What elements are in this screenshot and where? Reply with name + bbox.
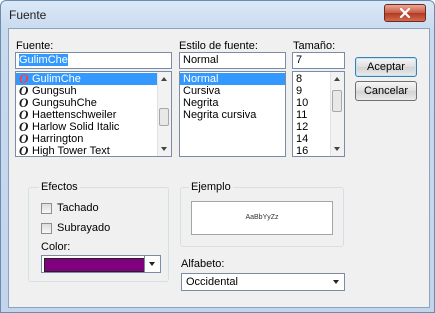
font-style-label: Estilo de fuente:	[179, 40, 258, 52]
font-dialog-window: Fuente Fuente: GulimChe O GulimChe O Gungsu…	[0, 0, 435, 313]
font-list-item-text: GungsuhChe	[32, 97, 97, 109]
font-style-list-item-text: Negrita	[183, 97, 219, 109]
font-list-item[interactable]: O Harrington	[16, 132, 171, 145]
scroll-down-arrow-icon[interactable]	[334, 147, 340, 151]
font-list-item[interactable]: O Gungsuh	[16, 84, 171, 97]
cancel-button[interactable]: Cancelar	[355, 81, 417, 101]
font-size-list-item-text: 12	[296, 121, 309, 133]
font-list-item[interactable]: O Haettenschweiler	[16, 108, 171, 121]
font-style-input[interactable]: Normal	[179, 52, 286, 69]
sample-group-label: Ejemplo	[189, 181, 233, 193]
font-size-list-item-text: 14	[296, 133, 309, 145]
close-icon	[399, 8, 411, 18]
chevron-down-icon	[149, 262, 155, 266]
font-list-scrollbar[interactable]	[157, 72, 171, 156]
font-style-list[interactable]: Normal Cursiva Negrita Negrita cursiva	[179, 71, 286, 157]
sample-preview: AaBbYyZz	[191, 201, 333, 235]
window-title: Fuente	[9, 8, 47, 22]
title-bar: Fuente	[1, 1, 434, 29]
font-list-item-text: GulimChe	[32, 73, 81, 85]
scroll-down-arrow-icon[interactable]	[161, 147, 167, 151]
color-dropdown[interactable]	[41, 255, 161, 273]
font-name-input[interactable]: GulimChe	[15, 52, 172, 69]
strikeout-label: Tachado	[57, 202, 99, 214]
font-style-list-item-text: Normal	[183, 73, 219, 85]
font-size-input[interactable]: 7	[292, 52, 345, 69]
font-list[interactable]: O GulimChe O Gungsuh O GungsuhChe O Haettenschw…	[15, 71, 172, 157]
font-size-list-item-text: 11	[296, 109, 308, 121]
font-list-item-text: Gungsuh	[32, 85, 77, 97]
dialog-client-area: Fuente: GulimChe O GulimChe O Gungsuh O Gungs…	[8, 28, 430, 308]
font-label: Fuente:	[16, 40, 54, 52]
font-list-scroll-thumb[interactable]	[159, 108, 169, 126]
close-button[interactable]	[384, 4, 426, 22]
script-label: Alfabeto:	[181, 258, 225, 270]
ok-button[interactable]: Aceptar	[355, 57, 417, 77]
color-swatch	[44, 258, 145, 272]
script-value: Occidental	[186, 276, 238, 288]
font-style-list-item[interactable]: Negrita cursiva	[180, 109, 285, 121]
font-size-list-item-text: 8	[296, 73, 303, 85]
scroll-up-arrow-icon[interactable]	[334, 77, 340, 81]
font-list-item-text: High Tower Text	[32, 145, 110, 157]
font-style-list-item-text: Negrita cursiva	[183, 109, 257, 121]
underline-label: Subrayado	[57, 222, 111, 234]
font-style-value: Normal	[183, 54, 219, 66]
font-style-list-item[interactable]: Negrita	[180, 97, 285, 109]
font-style-list-item[interactable]: Normal	[180, 73, 285, 85]
effects-group-label: Efectos	[39, 181, 80, 193]
font-size-label: Tamaño:	[293, 40, 336, 52]
chevron-down-icon	[333, 280, 339, 284]
font-size-list-item-text: 10	[296, 97, 309, 109]
script-dropdown[interactable]: Occidental	[181, 273, 345, 291]
font-size-list-scroll-thumb[interactable]	[332, 90, 342, 112]
font-name-value: GulimChe	[19, 54, 68, 66]
font-list-item-text: Harrington	[32, 133, 84, 145]
font-size-list[interactable]: 8 9 10 11 12 14 16	[292, 71, 345, 157]
font-style-list-item[interactable]: Cursiva	[180, 85, 285, 97]
font-size-value: 7	[296, 54, 303, 66]
color-label: Color:	[41, 241, 71, 253]
scroll-up-arrow-icon[interactable]	[161, 77, 167, 81]
script-dropdown-button[interactable]	[329, 274, 344, 290]
opentype-font-icon: O	[19, 143, 29, 157]
font-list-item[interactable]: O High Tower Text	[16, 143, 171, 157]
font-size-list-item-text: 16	[296, 145, 309, 157]
font-list-item[interactable]: O GungsuhChe	[16, 96, 171, 109]
font-size-list-scrollbar[interactable]	[330, 72, 344, 156]
font-list-item-text: Haettenschweiler	[32, 109, 117, 121]
strikeout-checkbox[interactable]	[41, 203, 52, 214]
color-dropdown-button[interactable]	[144, 256, 160, 272]
font-list-item[interactable]: O GulimChe	[16, 72, 171, 85]
font-size-list-item-text: 9	[296, 85, 303, 97]
font-list-item-text: Harlow Solid Italic	[32, 121, 120, 133]
underline-checkbox[interactable]	[41, 223, 52, 234]
font-list-item[interactable]: O Harlow Solid Italic	[16, 120, 171, 133]
font-style-list-item-text: Cursiva	[183, 85, 221, 97]
